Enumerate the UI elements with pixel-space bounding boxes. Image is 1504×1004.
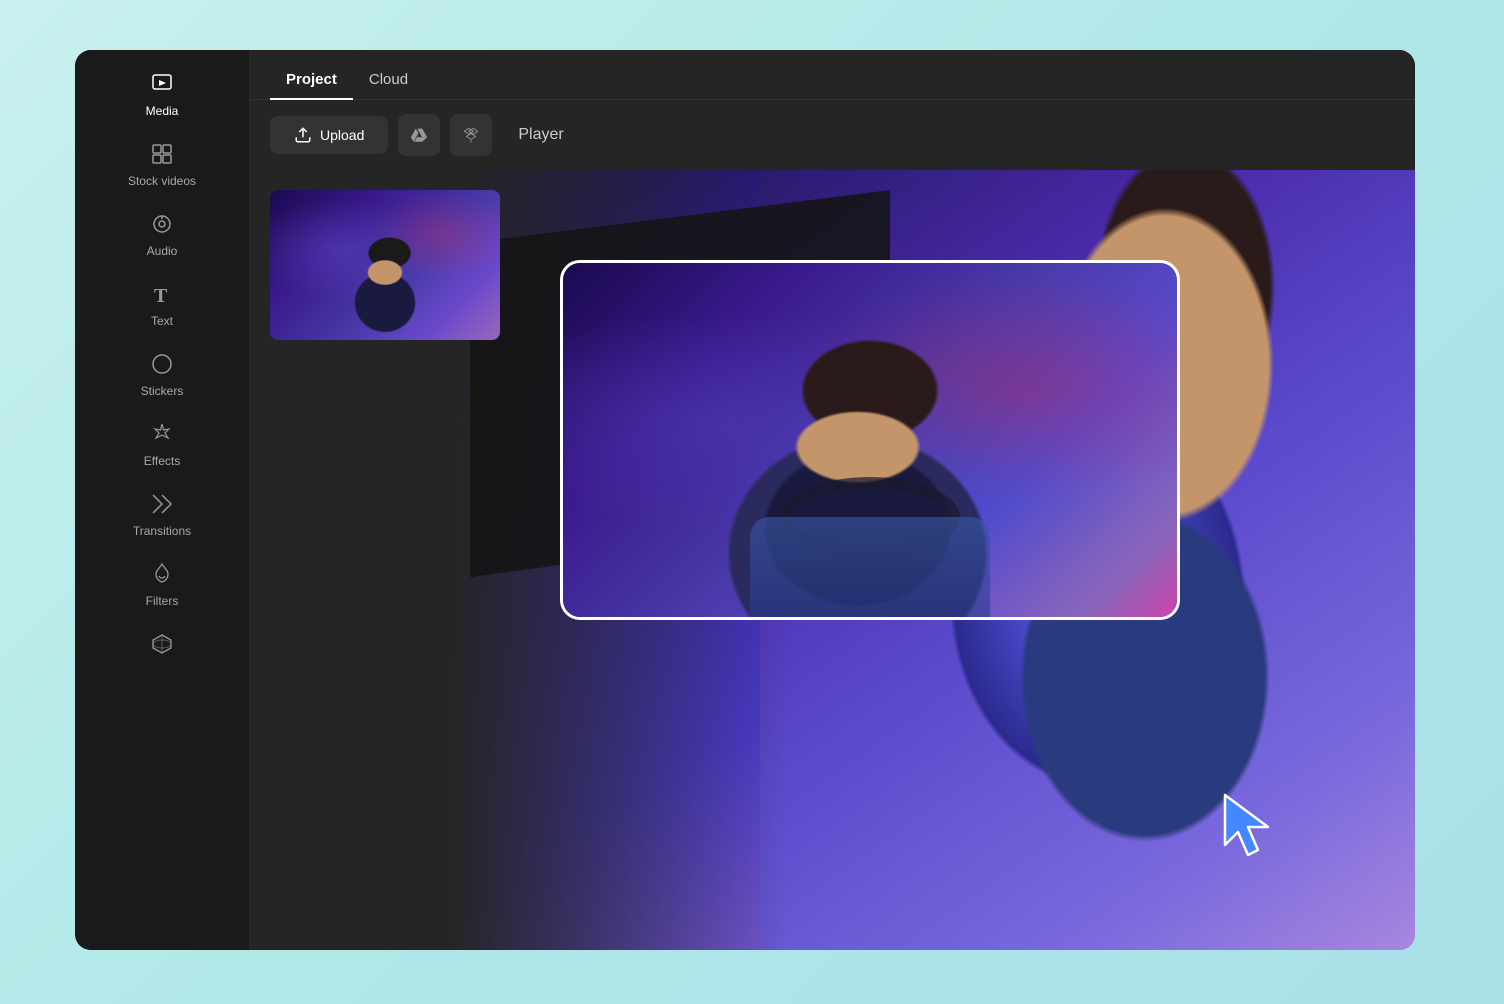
tab-cloud[interactable]: Cloud — [353, 61, 424, 100]
sidebar-item-filters-label: Filters — [146, 594, 179, 608]
main-content: Project Cloud Upload — [250, 50, 1415, 950]
google-drive-icon — [410, 126, 428, 144]
sidebar-item-text[interactable]: T Text — [75, 270, 249, 340]
transitions-icon — [150, 492, 174, 520]
media-area — [250, 170, 1415, 950]
google-drive-button[interactable] — [398, 114, 440, 156]
cursor-arrow — [1220, 790, 1285, 870]
sidebar: Media Stock videos — [75, 50, 250, 950]
player-label: Player — [518, 126, 563, 144]
tabs-bar: Project Cloud — [250, 50, 1415, 100]
toolbar: Upload Player — [250, 100, 1415, 170]
thumbnail[interactable] — [270, 190, 500, 340]
sidebar-item-effects-label: Effects — [144, 454, 180, 468]
sidebar-item-audio[interactable]: Audio — [75, 200, 249, 270]
effects-icon — [150, 422, 174, 450]
sidebar-item-audio-label: Audio — [147, 244, 178, 258]
sidebar-item-stock-videos[interactable]: Stock videos — [75, 130, 249, 200]
app-window: Media Stock videos — [75, 50, 1415, 950]
sidebar-item-stickers-label: Stickers — [141, 384, 184, 398]
sidebar-item-filters[interactable]: Filters — [75, 550, 249, 620]
svg-text:T: T — [154, 285, 168, 306]
media-icon — [150, 72, 174, 100]
upload-icon — [294, 126, 312, 144]
3d-icon — [150, 632, 174, 660]
sidebar-item-transitions-label: Transitions — [133, 524, 191, 538]
sidebar-item-transitions[interactable]: Transitions — [75, 480, 249, 550]
dropbox-button[interactable] — [450, 114, 492, 156]
sidebar-item-media[interactable]: Media — [75, 60, 249, 130]
stickers-icon — [150, 352, 174, 380]
sidebar-item-stock-videos-label: Stock videos — [128, 174, 196, 188]
sidebar-item-effects[interactable]: Effects — [75, 410, 249, 480]
tab-project[interactable]: Project — [270, 61, 353, 100]
sidebar-item-stickers[interactable]: Stickers — [75, 340, 249, 410]
dropbox-icon — [462, 126, 480, 144]
sidebar-item-text-label: Text — [151, 314, 173, 328]
preview-card — [560, 260, 1180, 620]
filters-icon — [150, 562, 174, 590]
stock-videos-icon — [150, 142, 174, 170]
audio-icon — [150, 212, 174, 240]
sidebar-item-3d[interactable] — [75, 620, 249, 672]
upload-button[interactable]: Upload — [270, 116, 388, 154]
text-icon: T — [150, 282, 174, 310]
sidebar-item-media-label: Media — [146, 104, 179, 118]
